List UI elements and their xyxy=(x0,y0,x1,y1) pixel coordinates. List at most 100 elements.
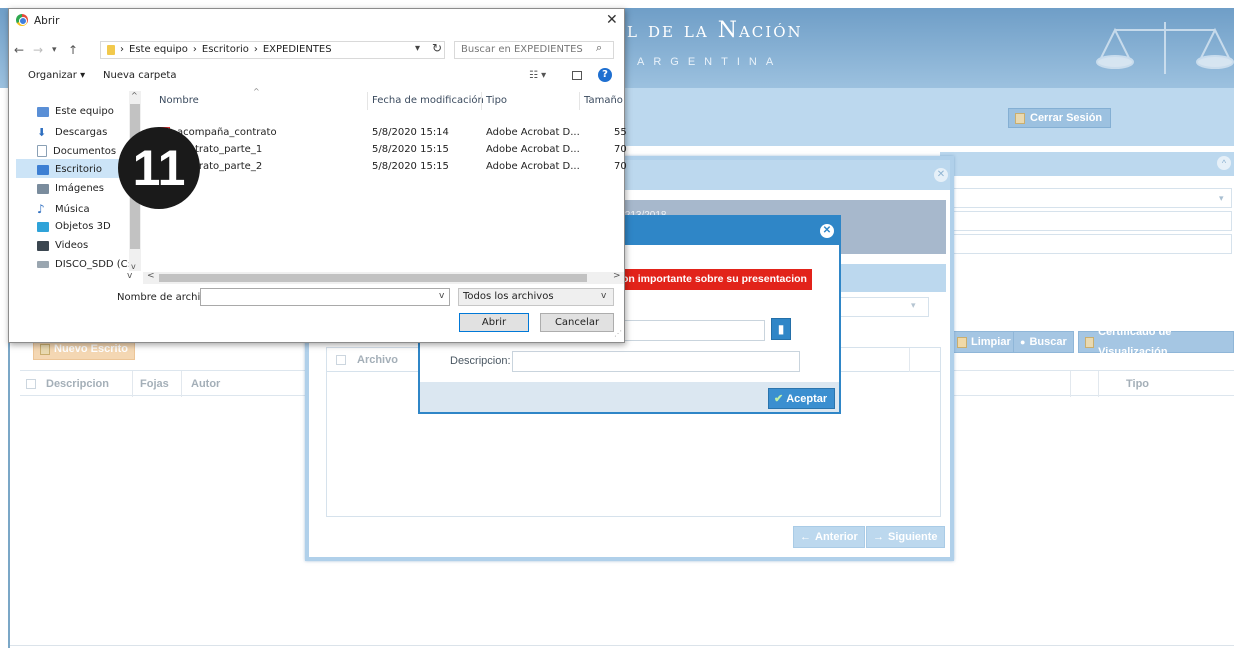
nav-item-downloads[interactable]: ⬇ Descargas xyxy=(37,126,107,139)
logout-label: Cerrar Sesión xyxy=(1030,112,1103,124)
file-row[interactable]: ▲ contrato_parte_2 5/8/2020 15:15 Adobe … xyxy=(143,159,627,175)
previous-label: Anterior xyxy=(815,531,858,543)
next-button[interactable]: → Siguiente xyxy=(866,526,945,548)
folder-icon xyxy=(107,45,115,55)
scroll-down-icon[interactable]: v xyxy=(131,262,136,271)
videos-icon xyxy=(37,240,49,251)
close-icon[interactable]: ✕ xyxy=(820,224,834,238)
filter-field-2[interactable] xyxy=(948,234,1232,254)
dialog-toolbar: Organizar ▾ Nueva carpeta ☷ ▾ ? xyxy=(9,65,624,87)
preview-pane-icon[interactable] xyxy=(572,71,582,80)
breadcrumb-separator: › xyxy=(120,44,124,55)
certificate-button[interactable]: Certificado de Visualización xyxy=(1078,326,1234,358)
clear-button[interactable]: Limpiar xyxy=(950,331,1018,353)
horizontal-scroll-thumb[interactable] xyxy=(159,274,587,282)
refresh-icon[interactable]: ↻ xyxy=(432,41,442,55)
description-input[interactable] xyxy=(512,351,800,372)
file-list: Nombre ^ Fecha de modificación Tipo Tama… xyxy=(143,87,627,272)
download-icon: ⬇ xyxy=(37,126,47,139)
logout-button[interactable]: Cerrar Sesión xyxy=(1008,108,1112,128)
description-label: Descripcion: xyxy=(450,355,511,367)
column-separator xyxy=(909,348,910,372)
column-separator[interactable] xyxy=(579,92,580,110)
nav-item-3d-objects[interactable]: Objetos 3D xyxy=(37,221,111,232)
column-header-file[interactable]: Archivo xyxy=(357,354,398,366)
file-row[interactable]: ▲ acompaña_contrato 5/8/2020 15:14 Adobe… xyxy=(143,125,627,141)
new-folder-button[interactable]: Nueva carpeta xyxy=(103,70,176,81)
select-all-checkbox[interactable] xyxy=(26,379,36,389)
nav-item-videos[interactable]: Videos xyxy=(37,240,88,251)
accept-label: Aceptar xyxy=(786,392,828,405)
up-arrow-icon[interactable]: ↑ xyxy=(68,43,78,57)
nav-item-label: Videos xyxy=(55,240,89,251)
address-bar[interactable]: › Este equipo › Escritorio › EXPEDIENTES xyxy=(100,41,445,59)
filter-select[interactable] xyxy=(948,188,1232,208)
search-icon: ⌕ xyxy=(596,41,603,54)
chevron-down-icon[interactable]: v xyxy=(439,291,444,301)
forward-arrow-icon[interactable]: → xyxy=(33,43,43,57)
file-modified: 5/8/2020 15:14 xyxy=(372,127,449,138)
chevron-down-icon: ▾ xyxy=(1219,193,1224,203)
drive-icon xyxy=(37,261,49,268)
chevron-down-icon[interactable]: v xyxy=(127,271,132,281)
scroll-left-icon[interactable]: < xyxy=(147,271,155,281)
select-all-checkbox[interactable] xyxy=(336,355,346,365)
organize-button[interactable]: Organizar ▾ xyxy=(28,70,85,81)
attach-file-button[interactable]: ▮ xyxy=(771,318,791,340)
nav-item-label: Objetos 3D xyxy=(55,221,111,232)
nav-item-this-pc[interactable]: Este equipo xyxy=(37,106,114,117)
page-bottom-border xyxy=(10,645,1234,646)
column-header-pages[interactable]: Fojas xyxy=(140,378,169,390)
site-title: l de la Nación xyxy=(627,18,803,43)
help-icon[interactable]: ? xyxy=(598,68,612,82)
nav-item-label: Este equipo xyxy=(55,106,114,117)
search-input[interactable]: Buscar en EXPEDIENTES xyxy=(454,41,614,59)
column-header-size[interactable]: Tamaño xyxy=(584,95,623,106)
file-type-select[interactable]: Todos los archivos xyxy=(458,288,614,306)
file-size: 55 xyxy=(614,127,627,138)
accept-button[interactable]: ✔ Aceptar xyxy=(768,388,836,409)
nav-item-label: Imágenes xyxy=(55,183,105,194)
search-label: Buscar xyxy=(1029,336,1067,348)
nav-item-drive-c[interactable]: DISCO_SDD (C:) xyxy=(37,259,135,270)
search-button[interactable]: ● Buscar xyxy=(1013,331,1074,353)
column-separator[interactable] xyxy=(367,92,368,110)
nav-item-label: Documentos xyxy=(53,145,117,157)
nav-item-music[interactable]: ♪ Música xyxy=(37,202,90,216)
scroll-right-icon[interactable]: > xyxy=(613,271,621,281)
open-button[interactable]: Abrir xyxy=(459,313,529,332)
cancel-button[interactable]: Cancelar xyxy=(540,313,614,332)
column-header-type[interactable]: Tipo xyxy=(1126,378,1149,390)
back-arrow-icon[interactable]: ← xyxy=(14,43,24,57)
file-name: acompaña_contrato xyxy=(177,127,277,138)
scroll-up-icon[interactable]: ^ xyxy=(131,91,138,100)
file-row[interactable]: ▲ contrato_parte_1 5/8/2020 15:15 Adobe … xyxy=(143,142,627,158)
breadcrumb-desktop[interactable]: Escritorio xyxy=(202,42,249,58)
close-icon[interactable]: ✕ xyxy=(934,168,948,182)
column-header-type[interactable]: Tipo xyxy=(486,95,507,106)
chevron-down-icon[interactable]: ▾ xyxy=(415,43,420,54)
view-options-icon[interactable]: ☷ ▾ xyxy=(529,70,546,81)
column-header-author[interactable]: Autor xyxy=(191,378,220,390)
close-icon[interactable]: ✕ xyxy=(606,12,618,28)
column-header-name[interactable]: Nombre xyxy=(159,95,199,106)
previous-button[interactable]: ← Anterior xyxy=(793,526,865,548)
column-separator[interactable] xyxy=(481,92,482,110)
resize-grip-icon[interactable]: ⋰ xyxy=(614,329,622,338)
column-header-description[interactable]: Descripcion xyxy=(46,378,109,390)
filename-input[interactable] xyxy=(200,288,450,306)
nav-item-documents[interactable]: Documentos xyxy=(37,145,116,157)
breadcrumb-this-pc[interactable]: Este equipo xyxy=(129,42,188,58)
breadcrumb-folder[interactable]: EXPEDIENTES xyxy=(263,42,332,58)
column-header-modified[interactable]: Fecha de modificación xyxy=(372,95,484,106)
nav-item-desktop[interactable]: Escritorio xyxy=(37,164,102,175)
collapse-icon[interactable]: ^ xyxy=(1217,156,1231,170)
recent-locations-icon[interactable]: ▾ xyxy=(52,45,57,55)
computer-icon xyxy=(37,106,49,117)
filter-field-1[interactable] xyxy=(948,211,1232,231)
nav-item-pictures[interactable]: Imágenes xyxy=(37,183,104,194)
sort-ascending-icon: ^ xyxy=(253,87,260,96)
logout-icon xyxy=(1015,112,1025,124)
filter-panel-header xyxy=(940,152,1234,176)
arrow-right-icon: → xyxy=(873,531,884,543)
